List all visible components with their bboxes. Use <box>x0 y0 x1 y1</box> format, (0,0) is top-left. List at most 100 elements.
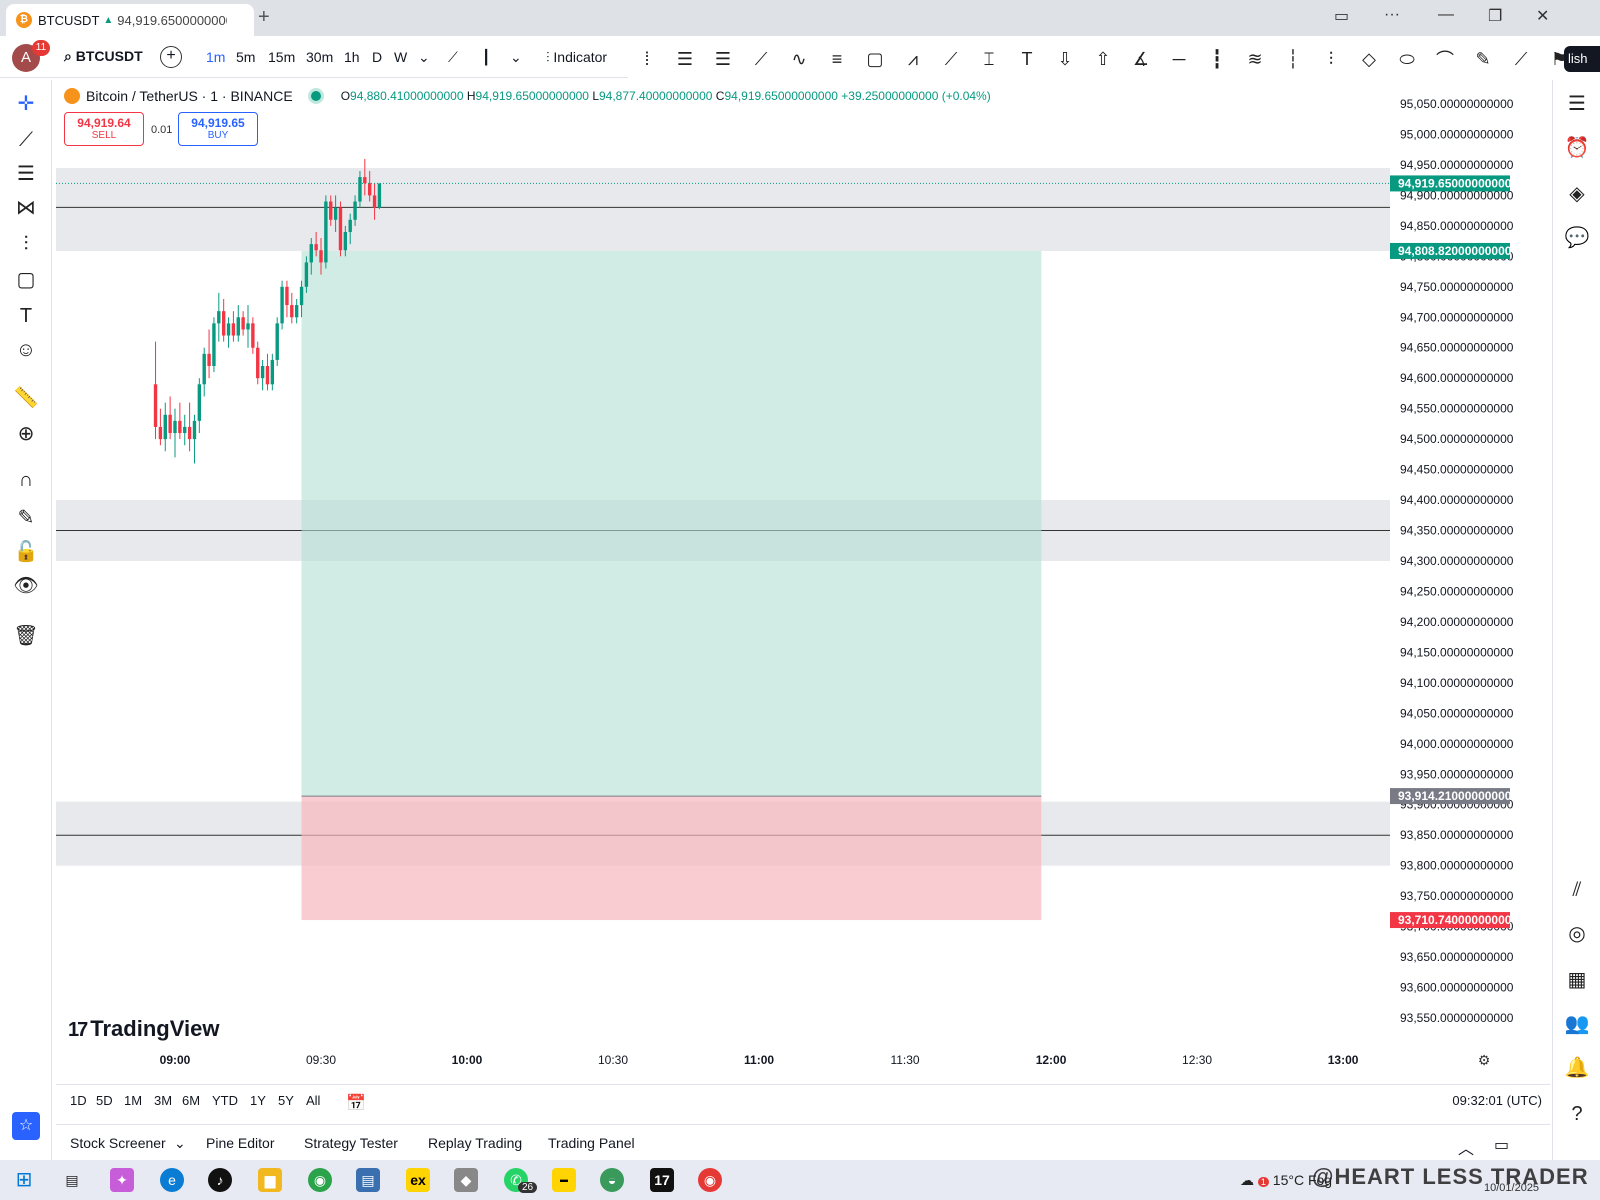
earth-icon[interactable]: ◒ <box>600 1168 624 1192</box>
price-tick-label: 94,450.00000000000 <box>1400 463 1514 477</box>
price-tick-label: 94,250.00000000000 <box>1400 584 1514 598</box>
candle-body <box>304 262 309 287</box>
price-tick-label: 94,100.00000000000 <box>1400 676 1514 690</box>
candle-body <box>226 323 231 336</box>
price-tick-label: 94,350.00000000000 <box>1400 524 1514 538</box>
windows-start-icon[interactable]: ⊞ <box>12 1168 36 1192</box>
candle-body <box>246 323 250 330</box>
goto-date-icon[interactable]: 📅 <box>346 1093 366 1113</box>
symbol-title[interactable]: Bitcoin / TetherUS · 1 · BINANCE <box>86 88 293 104</box>
stock-screener-chevron-icon[interactable]: ⌄ <box>174 1135 186 1152</box>
time-tick-label: 10:30 <box>598 1053 628 1067</box>
current-price-tag: 94,919.65000000000 <box>1398 176 1512 190</box>
time-tick-label: 11:00 <box>744 1053 774 1067</box>
candle-body <box>319 250 323 263</box>
candle-body <box>343 231 348 251</box>
tradingview-mark-icon: 17 <box>68 1019 88 1041</box>
tradingview-logo[interactable]: 17 TradingView <box>68 1016 219 1042</box>
buy-label: BUY <box>207 130 229 141</box>
sell-price: 94,919.64 <box>77 116 131 130</box>
axis-settings-icon[interactable]: ⚙ <box>1478 1052 1491 1068</box>
candle-body <box>372 195 377 208</box>
tradingview-app-icon[interactable]: 17 <box>650 1168 674 1192</box>
period-1m[interactable]: 1M <box>124 1093 142 1108</box>
candle-body <box>377 183 382 208</box>
taskbar-date: 10/01/2025 <box>1484 1182 1540 1194</box>
price-tick-label: 94,500.00000000000 <box>1400 432 1514 446</box>
candle-body <box>251 323 255 348</box>
candle-body <box>338 207 343 251</box>
price-tick-label: 94,150.00000000000 <box>1400 645 1514 659</box>
period-1d[interactable]: 1D <box>70 1093 87 1108</box>
exness-terminal-icon[interactable]: ▬ <box>552 1168 576 1192</box>
temperature: 15°C <box>1272 1172 1305 1188</box>
candle-body <box>202 353 206 385</box>
bottom-panel-bar: Stock Screener ⌄ Pine Editor Strategy Te… <box>56 1124 1550 1158</box>
maximize-panel-icon[interactable]: ▭ <box>1494 1135 1509 1155</box>
tab-trading-panel[interactable]: Trading Panel <box>548 1135 635 1151</box>
sell-button[interactable]: 94,919.64 SELL <box>64 112 144 146</box>
price-tick-label: 95,050.00000000000 <box>1400 97 1514 111</box>
sell-label: SELL <box>91 130 117 141</box>
period-5d[interactable]: 5D <box>96 1093 113 1108</box>
tab-stock-screener[interactable]: Stock Screener <box>70 1135 166 1151</box>
ohlc-values: O94,880.41000000000 H94,919.65000000000 … <box>340 89 991 103</box>
candle-body <box>187 426 192 440</box>
period-all[interactable]: All <box>306 1093 320 1108</box>
candle-body <box>333 207 338 220</box>
app-icon[interactable]: ▤ <box>356 1168 380 1192</box>
spread-value: 0.01 <box>151 124 173 136</box>
file-explorer-icon[interactable]: ▆ <box>258 1168 282 1192</box>
whatsapp-badge: 26 <box>518 1182 538 1193</box>
chart-legend: Bitcoin / TetherUS · 1 · BINANCE O94,880… <box>64 88 991 104</box>
period-1y[interactable]: 1Y <box>250 1093 266 1108</box>
tiktok-icon[interactable]: ♪ <box>208 1168 232 1192</box>
price-tick-label: 94,700.00000000000 <box>1400 310 1514 324</box>
period-6m[interactable]: 6M <box>182 1093 200 1108</box>
collapse-panel-icon[interactable]: ︿ <box>1458 1135 1474 1159</box>
price-tick-label: 93,600.00000000000 <box>1400 981 1514 995</box>
price-chart[interactable]: 95,050.00000000000 95,000.00000000000 94,9… <box>0 0 1600 1200</box>
period-ytd[interactable]: YTD <box>212 1093 238 1108</box>
widgets-icon[interactable]: ▤ <box>60 1168 84 1192</box>
price-tick-label: 95,000.00000000000 <box>1400 127 1514 141</box>
candle-body <box>178 420 182 434</box>
edge-icon[interactable]: e <box>160 1168 184 1192</box>
candle-body <box>314 244 318 251</box>
time-tick-label: 12:00 <box>1036 1053 1067 1067</box>
candle-body <box>270 359 275 385</box>
tab-pine-editor[interactable]: Pine Editor <box>206 1135 274 1151</box>
target-price-tag: 94,808.82000000000 <box>1398 244 1512 258</box>
candle-body <box>163 414 167 440</box>
chrome-icon-2[interactable]: ◉ <box>698 1168 722 1192</box>
watermark-text: @HEART LESS TRADER <box>1312 1164 1589 1189</box>
candle-body <box>212 323 216 367</box>
price-tick-label: 94,400.00000000000 <box>1400 493 1514 507</box>
candle-body <box>299 286 304 306</box>
tab-strategy-tester[interactable]: Strategy Tester <box>304 1135 398 1151</box>
utc-clock[interactable]: 09:32:01 (UTC) <box>1452 1093 1542 1108</box>
price-tick-label: 93,850.00000000000 <box>1400 828 1514 842</box>
candle-body <box>348 219 352 232</box>
time-tick-label: 11:30 <box>890 1053 919 1067</box>
candle-body <box>367 183 372 196</box>
chrome-icon[interactable]: ◉ <box>308 1168 332 1192</box>
copilot-icon[interactable]: ✦ <box>110 1168 134 1192</box>
candle-body <box>183 426 187 434</box>
candle-body <box>285 286 289 306</box>
zone-0 <box>56 167 1390 251</box>
candle-body <box>236 317 240 336</box>
price-tick-label: 94,600.00000000000 <box>1400 371 1514 385</box>
candle-body <box>241 317 245 330</box>
cloud-icon: ☁ <box>1240 1172 1254 1188</box>
price-tick-label: 94,050.00000000000 <box>1400 706 1514 720</box>
candle-body <box>324 201 328 263</box>
buy-button[interactable]: 94,919.65 BUY <box>178 112 258 146</box>
period-5y[interactable]: 5Y <box>278 1093 294 1108</box>
candle-body <box>197 384 202 421</box>
candle-body <box>221 311 226 336</box>
tab-replay-trading[interactable]: Replay Trading <box>428 1135 522 1151</box>
roblox-icon[interactable]: ◆ <box>454 1168 478 1192</box>
exness-icon[interactable]: ex <box>406 1168 430 1192</box>
period-3m[interactable]: 3M <box>154 1093 172 1108</box>
